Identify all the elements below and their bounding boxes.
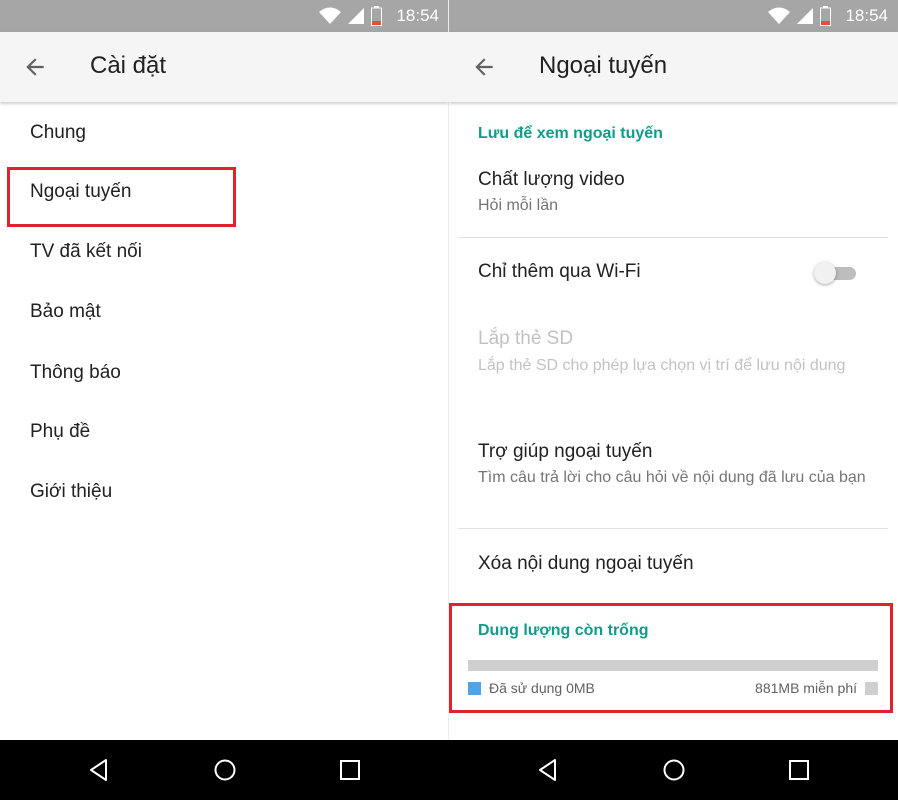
menu-item-general[interactable]: Chung (30, 122, 86, 144)
pref-offline-help-subtitle: Tìm câu trả lời cho câu hỏi về nội dung … (478, 469, 866, 486)
pref-video-quality-subtitle: Hỏi mỗi lần (478, 197, 559, 214)
back-triangle-icon[interactable] (535, 757, 561, 783)
pref-video-quality-title: Chất lượng video (478, 169, 625, 190)
offline-app-bar: Ngoại tuyến (449, 32, 898, 102)
recents-square-icon[interactable] (337, 757, 363, 783)
divider (458, 237, 888, 238)
storage-used-label: Đã sử dụng 0MB (489, 680, 595, 696)
divider (458, 528, 888, 529)
home-circle-icon[interactable] (212, 757, 238, 783)
page-title: Ngoại tuyến (539, 52, 668, 79)
menu-item-connected-tv[interactable]: TV đã kết nối (30, 241, 142, 263)
menu-item-privacy[interactable]: Bảo mật (30, 301, 101, 323)
menu-item-offline[interactable]: Ngoại tuyến (30, 181, 131, 203)
status-bar: 18:54 (449, 0, 898, 32)
offline-screen: 18:54 Ngoại tuyến Lưu để xem ngoại tuyến… (449, 0, 898, 740)
wifi-only-toggle[interactable] (814, 262, 858, 284)
menu-item-notifications[interactable]: Thông báo (30, 362, 121, 384)
status-time: 18:54 (396, 6, 439, 25)
battery-icon (820, 6, 832, 26)
status-bar: 18:54 (0, 0, 449, 32)
back-triangle-icon[interactable] (86, 757, 112, 783)
signal-icon (797, 8, 814, 24)
system-nav-bar (0, 740, 898, 800)
status-time: 18:54 (845, 6, 888, 25)
used-swatch-icon (468, 681, 481, 695)
pref-offline-help-title: Trợ giúp ngoại tuyến (478, 441, 653, 462)
wifi-icon (768, 7, 791, 24)
settings-screen: 18:54 Cài đặt Chung Ngoại tuyến TV đã kế… (0, 0, 449, 740)
pref-sd-card-title: Lắp thẻ SD (478, 328, 574, 349)
pref-sd-card-subtitle: Lắp thẻ SD cho phép lựa chọn vị trí để l… (478, 357, 846, 374)
free-swatch-icon (865, 681, 878, 695)
toggle-thumb (814, 262, 836, 284)
wifi-icon (319, 7, 342, 24)
section-header-storage: Dung lượng còn trống (478, 622, 649, 639)
settings-app-bar: Cài đặt (0, 32, 449, 102)
storage-free-label: 881MB miễn phí (755, 680, 857, 696)
pref-wifi-only-title: Chỉ thêm qua Wi-Fi (478, 261, 641, 282)
menu-item-captions[interactable]: Phụ đề (30, 421, 90, 443)
signal-icon (348, 8, 365, 24)
storage-used-legend: Đã sử dụng 0MB (468, 680, 595, 696)
status-icons: 18:54 (319, 0, 439, 32)
delete-offline-content[interactable]: Xóa nội dung ngoại tuyến (478, 553, 694, 575)
storage-bar (468, 660, 878, 671)
page-title: Cài đặt (90, 52, 167, 79)
highlight-storage-box (449, 603, 893, 713)
storage-free-legend: 881MB miễn phí (755, 680, 878, 696)
menu-item-about[interactable]: Giới thiệu (30, 481, 112, 503)
recents-square-icon[interactable] (786, 757, 812, 783)
back-arrow-icon[interactable] (22, 54, 48, 80)
back-arrow-icon[interactable] (471, 54, 497, 80)
status-icons: 18:54 (768, 0, 888, 32)
battery-icon (371, 6, 383, 26)
section-header-save-offline: Lưu để xem ngoại tuyến (478, 125, 663, 142)
home-circle-icon[interactable] (661, 757, 687, 783)
